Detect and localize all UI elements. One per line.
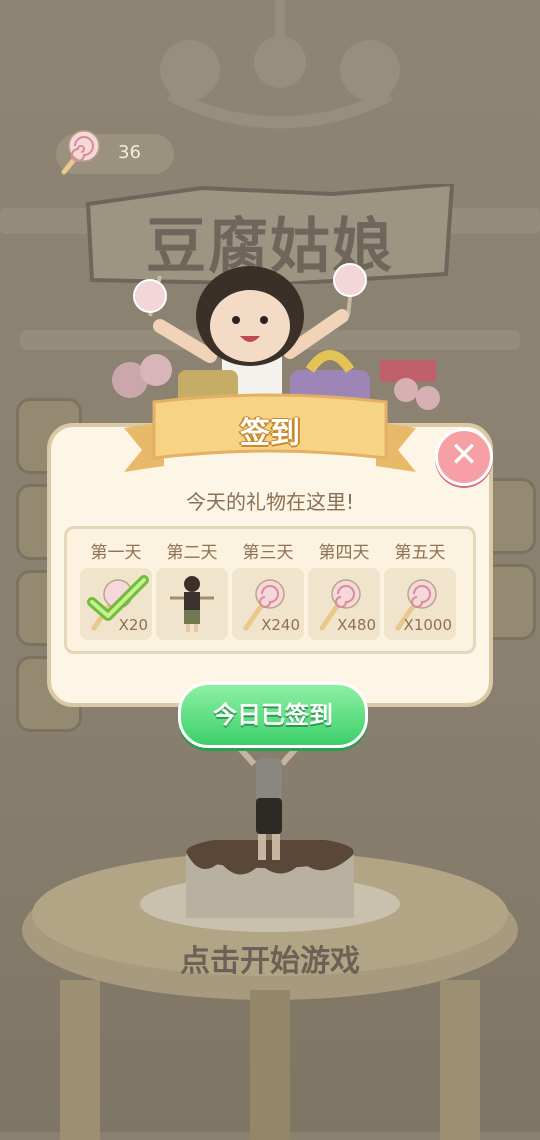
reward-amount: X480 — [337, 616, 376, 634]
character-outfit-icon — [170, 576, 214, 632]
day-label: 第五天 — [394, 543, 446, 563]
close-dialog-button[interactable]: ✕ — [435, 428, 493, 486]
checkin-title: 签到 — [240, 416, 300, 451]
day-label: 第二天 — [166, 543, 218, 563]
close-icon: ✕ — [449, 435, 479, 475]
candy-count: 36 — [118, 142, 141, 163]
day-label: 第四天 — [318, 543, 370, 563]
reward-amount: X240 — [261, 616, 300, 634]
reward-slot-day2[interactable] — [156, 568, 228, 640]
stool-with-cake — [22, 840, 518, 1140]
day-label: 第一天 — [90, 543, 142, 563]
reward-amount: X20 — [118, 616, 148, 634]
lollipop-icon — [61, 130, 100, 175]
checked-in-label: 今日已签到 — [213, 701, 333, 729]
reward-amount: X1000 — [403, 616, 452, 634]
chandelier-decoration — [160, 0, 400, 129]
day-label: 第三天 — [242, 543, 294, 563]
checkin-subtitle: 今天的礼物在这里! — [185, 490, 355, 514]
reward-slot-day4[interactable]: X480 — [308, 568, 380, 640]
already-checked-in-button[interactable]: 今日已签到 — [178, 682, 368, 748]
candy-counter: 36 — [56, 130, 174, 175]
reward-slot-day5[interactable]: X1000 — [384, 568, 456, 640]
start-game-prompt[interactable]: 点击开始游戏 — [0, 936, 540, 980]
character-on-cake — [233, 741, 303, 860]
reward-slot-day3[interactable]: X240 — [232, 568, 304, 640]
reward-slot-day1[interactable]: X20 — [80, 568, 152, 640]
